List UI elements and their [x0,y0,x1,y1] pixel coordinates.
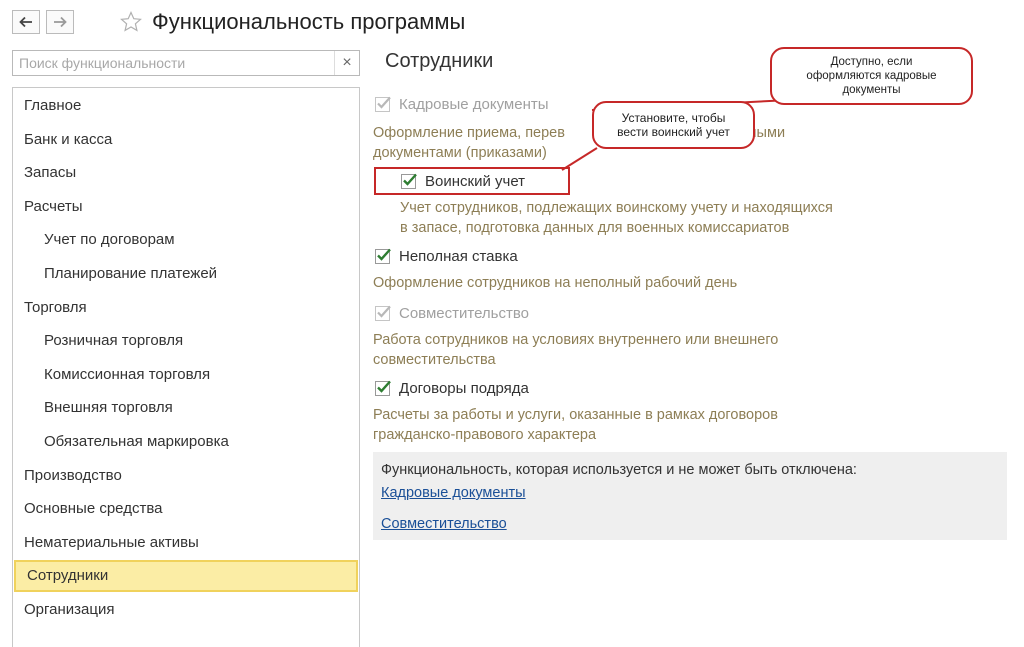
military-callout-pointer [561,147,598,171]
callout-hr-docs: Доступно, если оформляются кадровые доку… [770,47,973,105]
callout-military: Установите, чтобы вести воинский учет [592,101,755,149]
